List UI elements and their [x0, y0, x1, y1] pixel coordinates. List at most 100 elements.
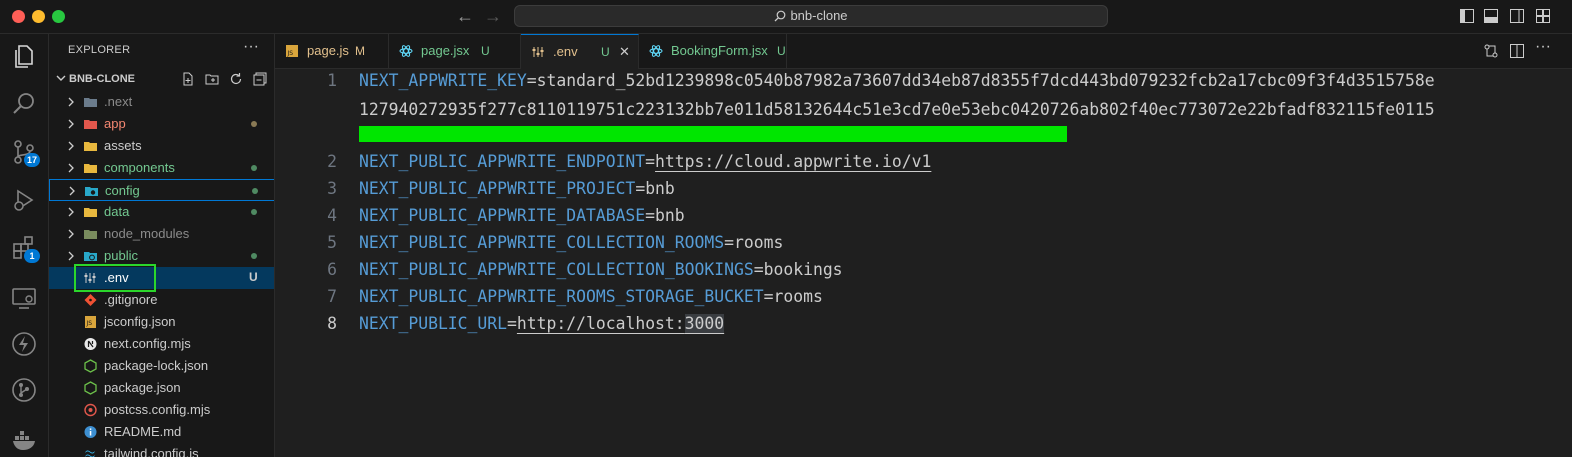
env-value: standard_52bd1239898c0540b87982a73607dd3…	[536, 71, 1435, 90]
equals-sign: =	[645, 152, 656, 171]
env-value-link[interactable]: http://localhost:	[517, 314, 685, 333]
chevron-right-icon	[68, 97, 74, 107]
code-line: NEXT_PUBLIC_APPWRITE_COLLECTION_ROOMS=ro…	[359, 233, 783, 252]
nextjs-icon	[84, 338, 97, 350]
new-folder-icon[interactable]	[205, 72, 219, 86]
chevron-down-icon	[56, 75, 66, 81]
tree-item-readme[interactable]: README.md	[49, 421, 274, 443]
tree-item-jsconfig[interactable]: JS jsconfig.json	[49, 311, 274, 333]
folder-icon	[84, 208, 97, 217]
untracked-dot	[251, 209, 257, 215]
code-line: NEXT_PUBLIC_APPWRITE_PROJECT=bnb	[359, 179, 675, 198]
window-title: bnb-clone	[790, 8, 848, 23]
remote-explorer-icon[interactable]	[10, 284, 38, 312]
json-config-icon: JS	[85, 316, 96, 328]
search-icon	[774, 10, 786, 22]
env-value-link[interactable]: https://cloud.appwrite.io/v1	[655, 152, 931, 171]
refresh-icon[interactable]	[229, 72, 243, 86]
code-line: NEXT_PUBLIC_APPWRITE_ENDPOINT=https://cl…	[359, 152, 931, 171]
env-value: rooms	[734, 233, 784, 252]
code-line: NEXT_PUBLIC_APPWRITE_DATABASE=bnb	[359, 206, 685, 225]
tree-item-postcss[interactable]: postcss.config.mjs	[49, 399, 274, 421]
tree-item-next-config[interactable]: next.config.mjs	[49, 333, 274, 355]
tab-label: BookingForm.jsx	[671, 43, 768, 58]
equals-sign: =	[724, 233, 734, 252]
env-key: NEXT_PUBLIC_APPWRITE_COLLECTION_ROOMS	[359, 233, 725, 252]
split-editor-icon[interactable]	[1509, 43, 1525, 59]
svg-text:JS: JS	[287, 50, 294, 57]
close-icon[interactable]: ✕	[619, 35, 630, 69]
tree-item-app[interactable]: app	[49, 113, 274, 135]
tree-item-label: postcss.config.mjs	[104, 402, 211, 417]
tree-item-node-modules[interactable]: node_modules	[49, 223, 274, 245]
svg-text:JS: JS	[86, 320, 93, 327]
tree-item-next[interactable]: .next	[49, 91, 274, 113]
equals-sign: =	[507, 314, 517, 333]
code-line: NEXT_PUBLIC_APPWRITE_COLLECTION_BOOKINGS…	[359, 260, 843, 279]
toggle-panel-icon[interactable]	[1484, 9, 1498, 23]
tree-item-label: app	[104, 116, 126, 131]
code-line-wrapped: 127940272935f277c8110119751c223132bb7e01…	[359, 100, 1435, 119]
nodejs-icon	[84, 381, 97, 395]
explorer-more-icon[interactable]: ···	[243, 38, 259, 56]
tab-status: U	[481, 44, 490, 58]
line-number: 2	[327, 152, 337, 171]
env-value: bnb	[655, 206, 685, 225]
docker-icon[interactable]	[10, 426, 38, 454]
tree-item-assets[interactable]: assets	[49, 135, 274, 157]
tree-item-package-lock[interactable]: package-lock.json	[49, 355, 274, 377]
lightning-icon[interactable]	[10, 330, 38, 358]
code-editor[interactable]: 1 2 3 4 5 6 7 8 NEXT_APPWRITE_KEY=standa…	[275, 69, 1572, 457]
tree-item-label: package.json	[104, 380, 181, 395]
tree-item-components[interactable]: components	[49, 157, 274, 179]
search-icon[interactable]	[10, 90, 38, 118]
tree-item-label: package-lock.json	[104, 358, 209, 373]
back-arrow-icon[interactable]: ←	[456, 6, 474, 27]
tab-env[interactable]: .env U ✕	[521, 34, 639, 69]
git-graph-icon[interactable]	[10, 376, 38, 404]
more-actions-icon[interactable]: ···	[1535, 38, 1551, 55]
tab-page-js[interactable]: JS page.js M	[275, 34, 389, 69]
explorer-icon[interactable]	[10, 42, 38, 70]
tree-item-gitignore[interactable]: .gitignore	[49, 289, 274, 311]
toggle-sidebar-icon[interactable]	[1460, 9, 1474, 23]
collapse-all-icon[interactable]	[253, 72, 267, 86]
new-file-icon[interactable]	[181, 72, 195, 86]
tree-item-config[interactable]: config	[49, 179, 274, 201]
globe-folder-icon	[84, 252, 97, 261]
project-section-header[interactable]: BNB-CLONE	[53, 69, 273, 91]
run-debug-icon[interactable]	[10, 186, 38, 214]
tree-item-label: .gitignore	[104, 292, 158, 307]
command-center-search[interactable]: bnb-clone	[514, 5, 1108, 27]
minimize-window-button[interactable]	[32, 10, 45, 23]
maximize-window-button[interactable]	[52, 10, 65, 23]
folder-icon	[84, 98, 97, 107]
line-number: 7	[327, 287, 337, 306]
tab-booking-form[interactable]: BookingForm.jsx U	[639, 34, 787, 69]
tree-item-label: config	[105, 183, 140, 198]
tree-item-label: node_modules	[104, 226, 190, 241]
tree-item-label: data	[104, 204, 130, 219]
tree-item-tailwind[interactable]: tailwind.config.js	[49, 443, 274, 457]
react-icon	[649, 45, 663, 57]
code-line: NEXT_PUBLIC_APPWRITE_ROOMS_STORAGE_BUCKE…	[359, 287, 823, 306]
compare-changes-icon[interactable]	[1483, 43, 1499, 59]
env-key: NEXT_PUBLIC_APPWRITE_COLLECTION_BOOKINGS	[359, 260, 754, 279]
close-window-button[interactable]	[12, 10, 25, 23]
tree-item-data[interactable]: data	[49, 201, 274, 223]
line-number: 5	[327, 233, 337, 252]
tab-page-jsx[interactable]: page.jsx U	[389, 34, 521, 69]
tree-item-package[interactable]: package.json	[49, 377, 274, 399]
env-value-selected[interactable]: 3000	[684, 314, 725, 333]
env-key: NEXT_PUBLIC_APPWRITE_ROOMS_STORAGE_BUCKE…	[359, 287, 764, 306]
react-icon	[399, 45, 413, 57]
activity-bar: 17 1	[0, 34, 49, 457]
customize-layout-icon[interactable]	[1536, 9, 1550, 23]
untracked-badge: U	[249, 270, 258, 284]
toggle-secondary-sidebar-icon[interactable]	[1510, 9, 1524, 23]
editor-tab-bar: JS page.js M page.jsx U .env U ✕ Booking…	[275, 34, 1572, 69]
javascript-file-icon: JS	[286, 45, 298, 57]
tree-item-label: README.md	[104, 424, 182, 439]
forward-arrow-icon[interactable]: →	[484, 6, 502, 27]
git-icon	[84, 294, 97, 306]
